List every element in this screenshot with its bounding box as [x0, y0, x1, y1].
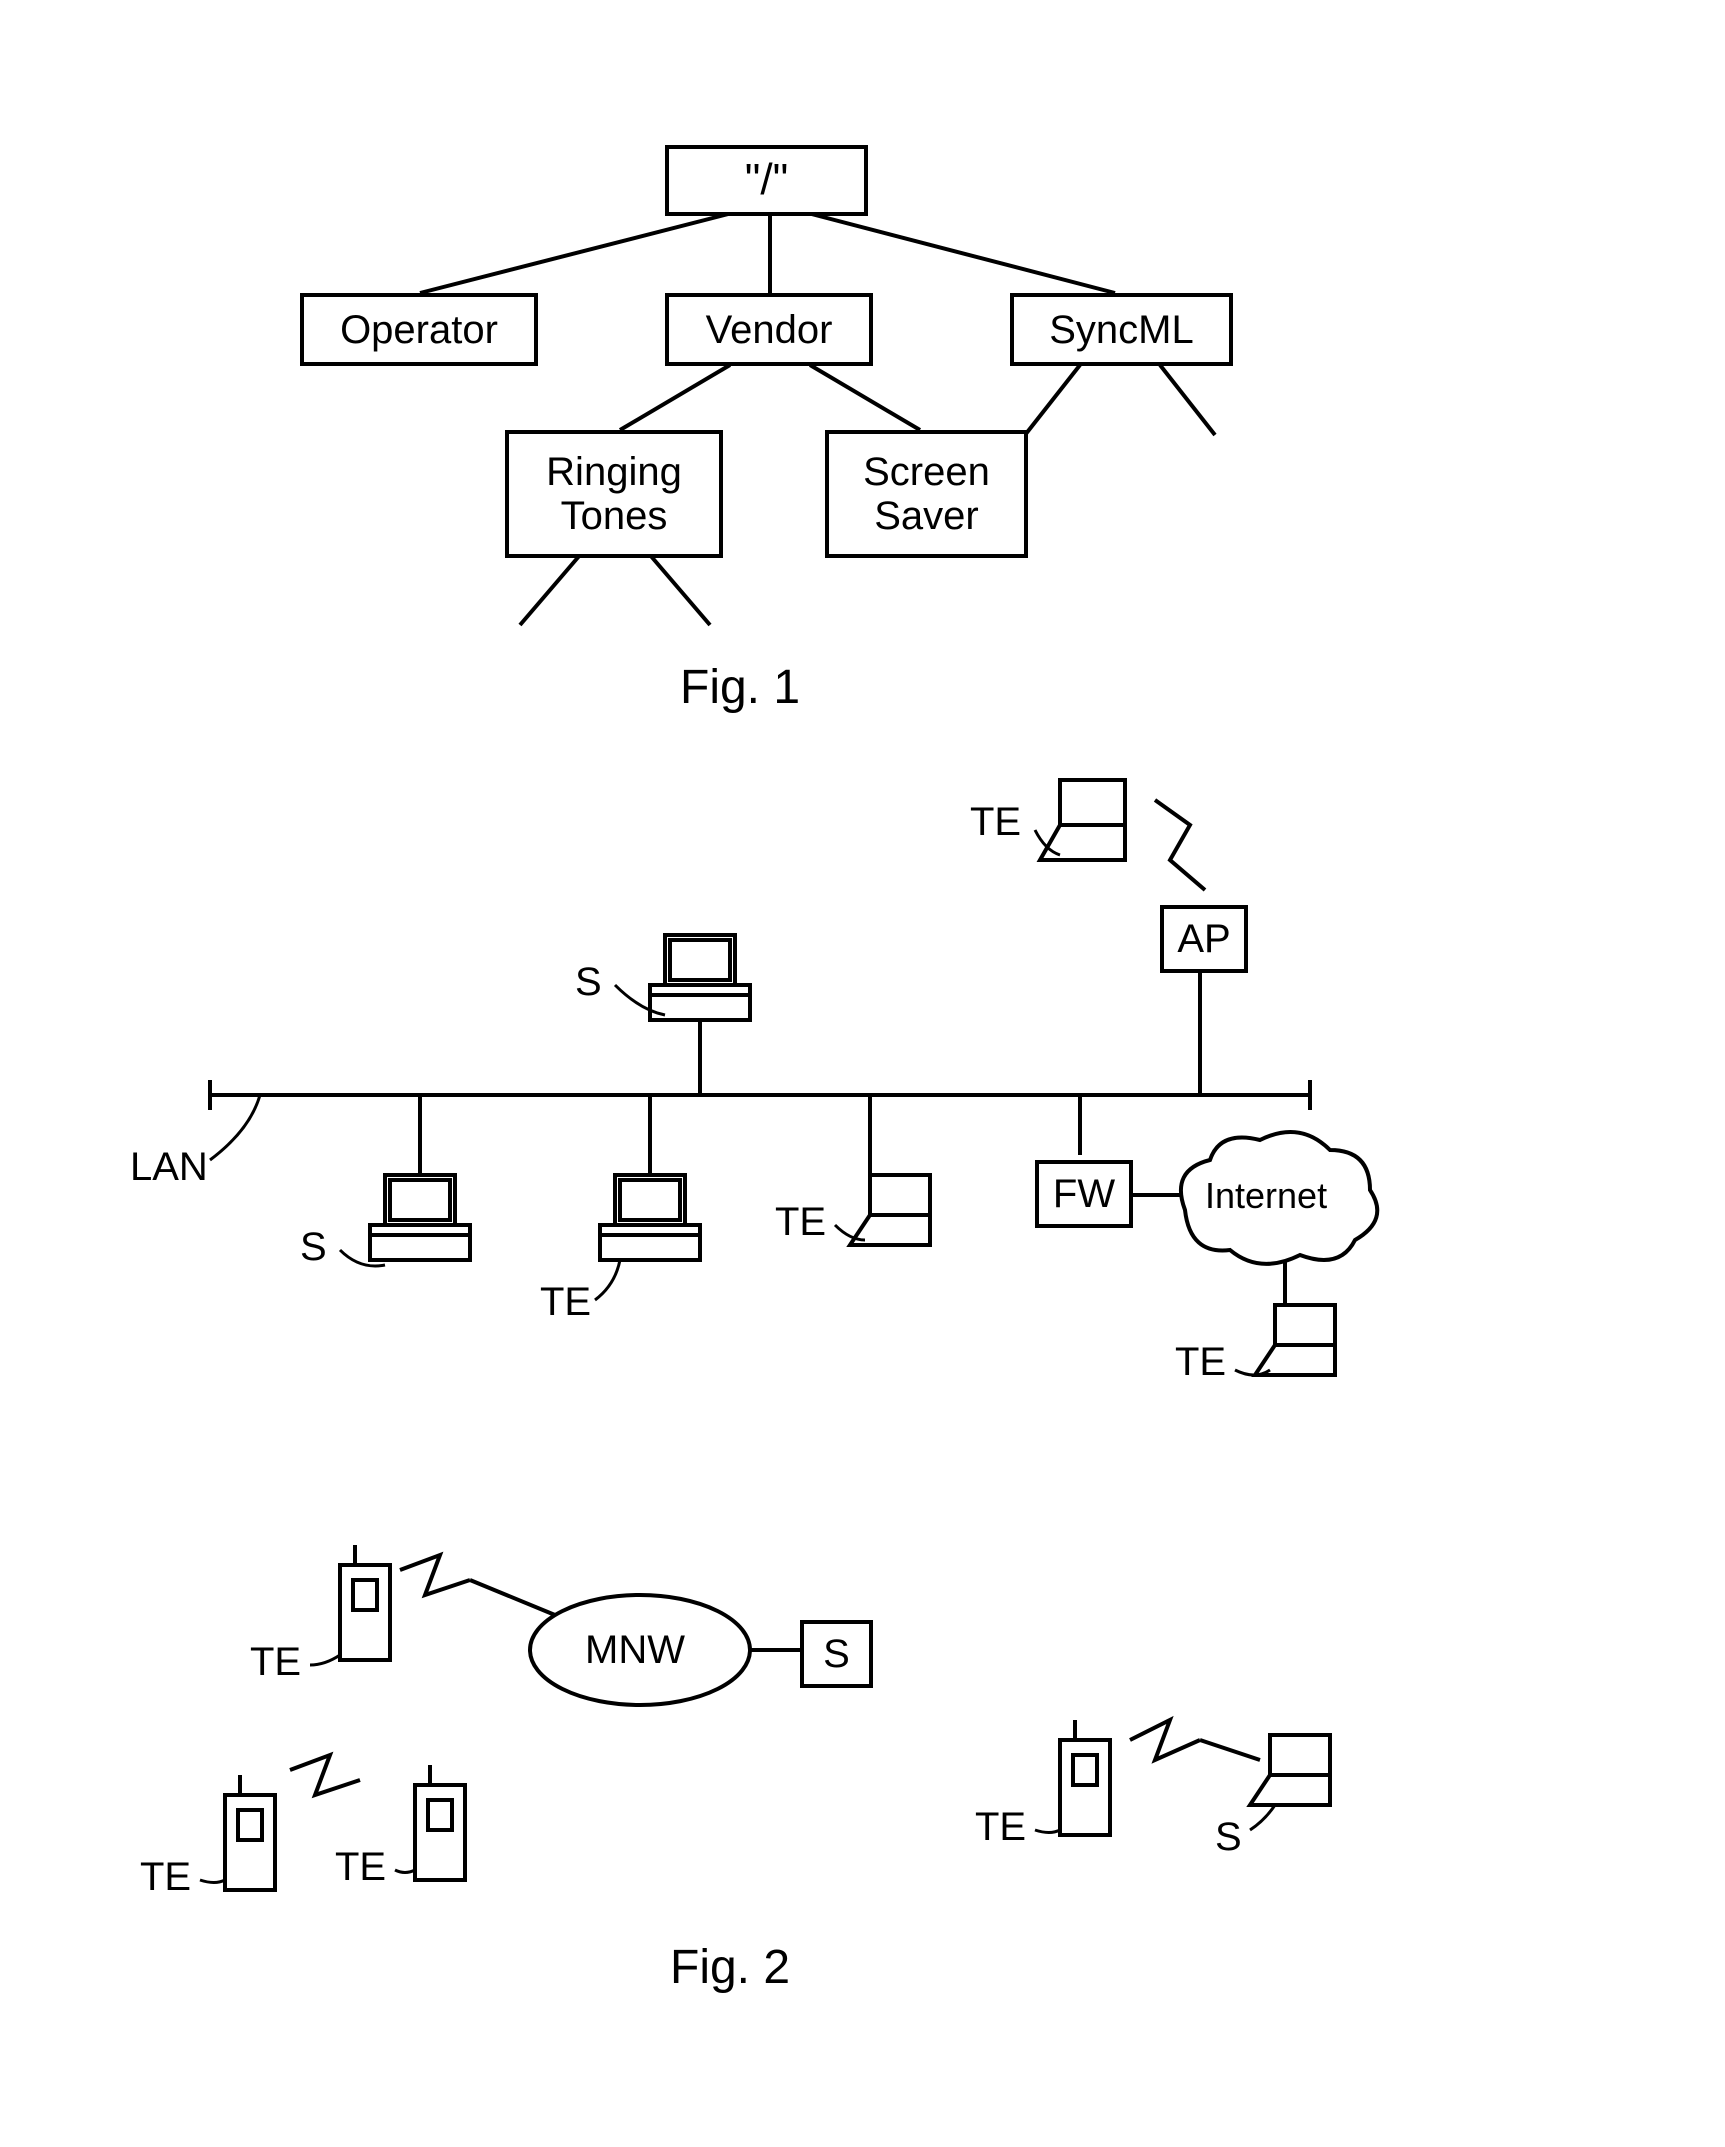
ap-node: AP: [1160, 905, 1248, 973]
tree-syncml-node: SyncML: [1010, 293, 1233, 366]
ap-label: AP: [1177, 917, 1230, 961]
te-label-phone-upper-left: TE: [250, 1640, 301, 1685]
tree-operator-label: Operator: [340, 308, 498, 352]
fw-label: FW: [1053, 1172, 1115, 1216]
tree-screen-saver-node: Screen Saver: [825, 430, 1028, 558]
tree-vendor-node: Vendor: [665, 293, 873, 366]
te-label-phone-bl1: TE: [140, 1855, 191, 1900]
te-label-phone-br: TE: [975, 1805, 1026, 1850]
tree-screen-saver-label: Screen Saver: [863, 450, 990, 538]
tree-root-node: "/": [665, 145, 868, 216]
te-label-laptop-top: TE: [970, 800, 1021, 845]
fw-node: FW: [1035, 1160, 1133, 1228]
fig2-caption: Fig. 2: [670, 1940, 790, 1995]
tree-vendor-label: Vendor: [706, 308, 833, 352]
s-label-top-desktop: S: [575, 960, 602, 1005]
page: "/" Operator Vendor SyncML Ringing Tones…: [0, 0, 1725, 2147]
lan-label: LAN: [130, 1145, 208, 1190]
s-label-mnw: S: [823, 1632, 850, 1676]
te-label-bottom-desktop: TE: [540, 1280, 591, 1325]
tree-syncml-label: SyncML: [1049, 308, 1194, 352]
te-label-internet-laptop: TE: [1175, 1340, 1226, 1385]
te-label-middle-laptop: TE: [775, 1200, 826, 1245]
tree-ringing-tones-node: Ringing Tones: [505, 430, 723, 558]
tree-root-label: "/": [745, 156, 788, 204]
tree-operator-node: Operator: [300, 293, 538, 366]
s-label-bottom-desktop: S: [300, 1225, 327, 1270]
tree-ringing-tones-label: Ringing Tones: [546, 450, 682, 538]
s-label-laptop-br: S: [1215, 1815, 1242, 1860]
fig1-caption: Fig. 1: [680, 660, 800, 715]
internet-label: Internet: [1205, 1175, 1327, 1217]
te-label-phone-bl2: TE: [335, 1845, 386, 1890]
s-node-mnw: S: [800, 1620, 873, 1688]
mnw-label: MNW: [585, 1628, 685, 1673]
